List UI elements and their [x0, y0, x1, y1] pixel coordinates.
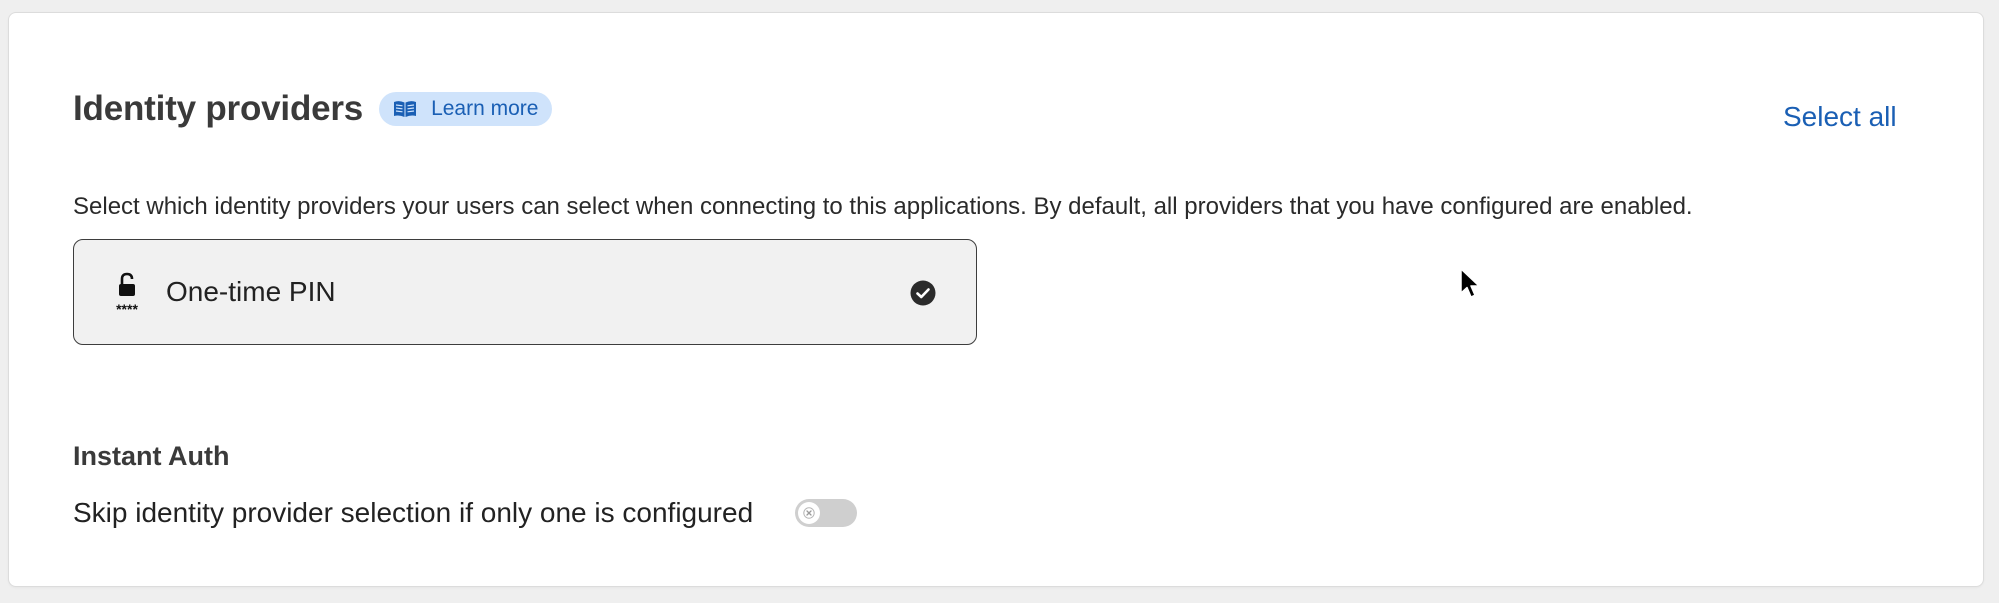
- section-description: Select which identity providers your use…: [73, 193, 1693, 220]
- pin-icon-caption: ****: [116, 301, 138, 316]
- instant-auth-heading: Instant Auth: [73, 441, 230, 471]
- unlock-pin-icon: ****: [110, 272, 148, 317]
- identity-providers-card: Identity providers Learn more Select all…: [8, 12, 1984, 587]
- book-icon: [393, 100, 417, 118]
- select-all-link[interactable]: Select all: [1783, 101, 1897, 133]
- instant-auth-toggle[interactable]: [795, 499, 858, 527]
- check-circle-icon: [910, 280, 936, 306]
- mouse-pointer-icon: [1460, 268, 1482, 302]
- instant-auth-toggle-label: Skip identity provider selection if only…: [73, 497, 754, 528]
- instant-auth-row: Skip identity provider selection if only…: [73, 497, 858, 529]
- section-header: Identity providers Learn more: [73, 89, 553, 129]
- section-title: Identity providers: [73, 89, 364, 128]
- learn-more-button[interactable]: Learn more: [379, 92, 553, 126]
- learn-more-label: Learn more: [431, 97, 539, 120]
- provider-label: One-time PIN: [166, 276, 336, 307]
- close-icon: [798, 502, 821, 524]
- provider-option-one-time-pin[interactable]: **** One-time PIN: [73, 239, 977, 345]
